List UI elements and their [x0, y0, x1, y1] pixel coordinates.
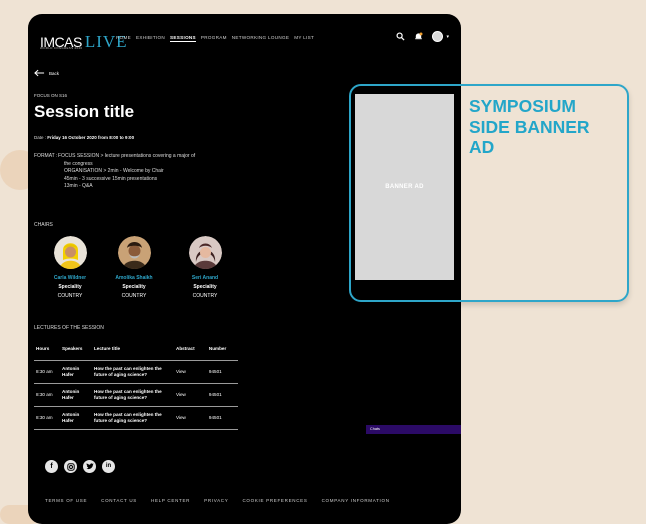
table-header-row: Hours Speakers Lecture title Abstract Nu… [34, 338, 238, 361]
format-line: 45min - 3 successive 15min presentations [64, 175, 158, 182]
session-date: Date : Friday 16 October 2020 from 8:00 … [34, 135, 134, 140]
lecture-speaker: Antonin Hafer [60, 383, 92, 407]
banner-ad[interactable]: BANNER AD [355, 94, 454, 280]
social-links: f in [45, 460, 115, 473]
search-icon[interactable] [396, 32, 406, 41]
chair-speciality: Speciality [58, 284, 82, 290]
chair-card[interactable]: Carla Wildner Speciality COUNTRY [40, 236, 100, 299]
chair-avatar [53, 236, 87, 269]
chats-bar[interactable]: Chats [366, 425, 461, 434]
chair-name: Seri Anand [191, 275, 219, 281]
lecture-number: 94501 [206, 360, 238, 384]
chairs-heading: CHAIRS [34, 222, 53, 228]
twitter-icon[interactable] [83, 460, 96, 473]
abstract-view-link[interactable]: View [174, 383, 207, 407]
facebook-icon[interactable]: f [45, 460, 58, 473]
lecture-number: 94501 [206, 383, 238, 407]
lecture-speaker: Antonin Hafer [60, 360, 92, 384]
date-label: Date : [34, 135, 47, 140]
lecture-speaker: Antonin Hafer [60, 406, 92, 430]
table-row[interactable]: 8:30 am Antonin Hafer How the past can e… [34, 383, 238, 407]
lecture-title: How the past can enlighten the future of… [92, 360, 174, 384]
chair-avatar [188, 236, 222, 269]
format-line: the congress [64, 160, 93, 167]
col-hours: Hours [34, 338, 60, 361]
chevron-down-icon[interactable]: ▾ [446, 34, 449, 40]
date-value: Friday 16 October 2020 from 8:00 to 9:00 [47, 135, 135, 140]
abstract-view-link[interactable]: View [174, 360, 207, 384]
lecture-hours: 8:30 am [34, 406, 60, 430]
format-line: ORGANISATION > 2min - Welcome by Chair [64, 168, 164, 175]
footer-terms-link[interactable]: TERMS OF USE [45, 498, 87, 503]
back-label: Back [49, 70, 60, 76]
bell-icon[interactable] [414, 32, 423, 41]
col-speakers: Speakers [60, 338, 92, 361]
logo-subtext: WORLD CONGRESS 2020 [40, 46, 83, 50]
nav-exhibition[interactable]: EXHIBITION [136, 35, 165, 42]
arrow-left-icon [34, 69, 45, 77]
nav-home[interactable]: HOME [116, 35, 131, 42]
nav-program[interactable]: PROGRAM [201, 35, 227, 42]
chair-speciality: Speciality [122, 284, 146, 290]
lecture-hours: 8:30 am [34, 383, 60, 407]
nav-networking-lounge[interactable]: NETWORKING LOUNGE [232, 35, 289, 42]
chair-card[interactable]: Seri Anand Speciality COUNTRY [175, 236, 235, 299]
footer-privacy-link[interactable]: PRIVACY [204, 498, 228, 503]
lecture-title: How the past can enlighten the future of… [92, 383, 174, 407]
abstract-view-link[interactable]: View [174, 406, 207, 430]
chair-avatar [117, 236, 151, 269]
lectures-heading: LECTURES OF THE SESSION [34, 325, 104, 331]
chair-country: COUNTRY [192, 293, 218, 299]
footer-contact-link[interactable]: CONTACT US [101, 498, 137, 503]
nav-sessions[interactable]: SESSIONS [170, 35, 196, 42]
col-lecture-title: Lecture title [92, 338, 174, 361]
header-actions: ▾ [396, 31, 449, 42]
chair-country: COUNTRY [121, 293, 147, 299]
col-abstract: Abstract [174, 338, 207, 361]
footer-company-link[interactable]: COMPANY INFORMATION [322, 498, 390, 503]
page-title: Session title [34, 102, 135, 121]
focus-label: FOCUS ON S16 [34, 93, 68, 98]
footer-links: TERMS OF USE CONTACT US HELP CENTER PRIV… [45, 498, 390, 503]
chair-card[interactable]: Amolika Shaikh Speciality COUNTRY [104, 236, 164, 299]
col-number: Number [206, 338, 238, 361]
header: IMCAS LIVE WORLD CONGRESS 2020 HOME EXHI… [28, 14, 461, 60]
footer-help-link[interactable]: HELP CENTER [151, 498, 190, 503]
user-avatar[interactable] [432, 31, 444, 42]
chair-country: COUNTRY [57, 293, 83, 299]
footer-cookie-link[interactable]: COOKIE PREFERENCES [242, 498, 307, 503]
lecture-number: 94501 [206, 406, 238, 430]
format-line: 13min - Q&A [64, 183, 93, 190]
chair-name: Amolika Shaikh [115, 275, 153, 281]
ad-title: SYMPOSIUM SIDE BANNER AD [469, 96, 590, 157]
table-row[interactable]: 8:30 am Antonin Hafer How the past can e… [34, 406, 238, 430]
chair-speciality: Speciality [193, 284, 217, 290]
chair-name: Carla Wildner [53, 275, 87, 281]
linkedin-icon[interactable]: in [102, 460, 115, 473]
table-row[interactable]: 8:30 am Antonin Hafer How the past can e… [34, 360, 238, 384]
lecture-hours: 8:30 am [34, 360, 60, 384]
lecture-title: How the past can enlighten the future of… [92, 406, 174, 430]
lectures-table: Hours Speakers Lecture title Abstract Nu… [34, 338, 238, 430]
format-line: FOCUS SESSION > lecture presentations co… [58, 153, 196, 159]
main-nav: HOME EXHIBITION SESSIONS PROGRAM NETWORK… [116, 35, 314, 42]
instagram-icon[interactable] [64, 460, 77, 473]
nav-my-list[interactable]: MY LIST [294, 35, 314, 42]
back-link[interactable]: Back [34, 69, 59, 77]
format-label: FORMAT : [34, 153, 58, 159]
